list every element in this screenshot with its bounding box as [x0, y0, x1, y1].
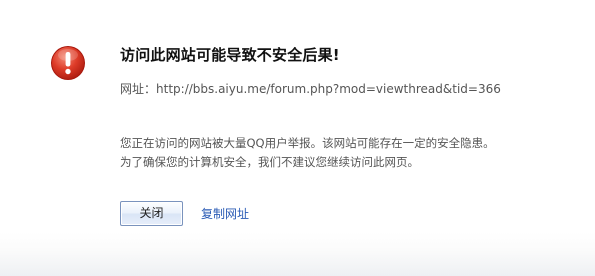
close-button[interactable]: 关闭: [120, 201, 183, 226]
url-line: 网址：http://bbs.aiyu.me/forum.php?mod=view…: [120, 80, 501, 98]
copy-url-link[interactable]: 复制网址: [201, 205, 249, 223]
url-label: 网址：: [120, 82, 157, 96]
error-exclamation-icon: [50, 45, 86, 81]
warning-message: 您正在访问的网站被大量QQ用户举报。该网站可能存在一定的安全隐患。 为了确保您的…: [120, 134, 560, 172]
warning-message-line: 您正在访问的网站被大量QQ用户举报。该网站可能存在一定的安全隐患。: [120, 136, 495, 150]
blocked-url: http://bbs.aiyu.me/forum.php?mod=viewthr…: [156, 82, 501, 96]
warning-title: 访问此网站可能导致不安全后果!: [120, 46, 340, 64]
warning-message-line: 为了确保您的计算机安全，我们不建议您继续访问此网页。: [120, 155, 419, 169]
